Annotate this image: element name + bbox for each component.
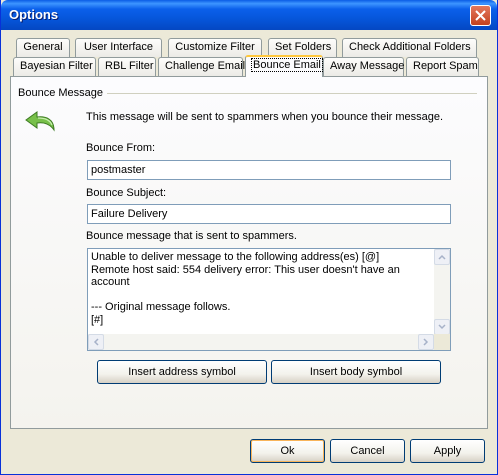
bounce-subject-input[interactable]: Failure Delivery (87, 204, 451, 224)
green-curved-arrow-icon (25, 111, 55, 132)
chevron-right-icon (423, 338, 429, 346)
bounce-message-label: Bounce message that is sent to spammers. (86, 230, 297, 242)
bounce-subject-label: Bounce Subject: (86, 187, 167, 199)
tab-away-message[interactable]: Away Message (323, 57, 404, 76)
tab-check-additional-folders[interactable]: Check Additional Folders (342, 38, 477, 57)
vertical-scrollbar[interactable] (434, 249, 450, 335)
close-icon (475, 10, 486, 21)
bounce-email-panel: Bounce Message This message will be sent… (10, 76, 488, 429)
group-label: Bounce Message (18, 87, 103, 99)
tab-bayesian-filter[interactable]: Bayesian Filter (13, 57, 96, 76)
cancel-button[interactable]: Cancel (330, 439, 405, 463)
group-divider (107, 93, 477, 94)
insert-body-symbol-button[interactable]: Insert body symbol (271, 360, 441, 384)
chevron-up-icon (438, 254, 446, 260)
scroll-left-button[interactable] (88, 334, 104, 350)
close-button[interactable] (470, 5, 491, 26)
title-bar[interactable]: Options (1, 0, 497, 30)
window-title: Options (9, 7, 59, 22)
ok-button[interactable]: Ok (250, 439, 325, 463)
tab-rbl-filter[interactable]: RBL Filter (98, 57, 156, 76)
bounce-message-textarea[interactable]: Unable to deliver message to the followi… (87, 248, 451, 351)
apply-button[interactable]: Apply (410, 439, 485, 463)
insert-address-symbol-button[interactable]: Insert address symbol (97, 360, 267, 384)
scroll-down-button[interactable] (434, 319, 450, 335)
scroll-up-button[interactable] (434, 249, 450, 265)
scroll-corner (434, 334, 450, 350)
horizontal-scrollbar[interactable] (88, 334, 434, 350)
tab-challenge-email[interactable]: Challenge Email (158, 57, 245, 76)
tab-general[interactable]: General (16, 38, 70, 57)
bounce-from-input[interactable]: postmaster (87, 160, 451, 180)
description-text: This message will be sent to spammers wh… (86, 111, 444, 123)
bounce-from-label: Bounce From: (86, 142, 156, 154)
tab-report-spam[interactable]: Report Spam (406, 57, 479, 76)
options-dialog: Options General User Interface Customize… (0, 0, 498, 475)
bounce-message-text[interactable]: Unable to deliver message to the followi… (91, 251, 429, 327)
tab-bounce-email[interactable]: Bounce Email (245, 55, 323, 77)
scroll-right-button[interactable] (418, 334, 434, 350)
chevron-down-icon (438, 324, 446, 330)
chevron-left-icon (93, 338, 99, 346)
tab-user-interface[interactable]: User Interface (75, 38, 162, 57)
